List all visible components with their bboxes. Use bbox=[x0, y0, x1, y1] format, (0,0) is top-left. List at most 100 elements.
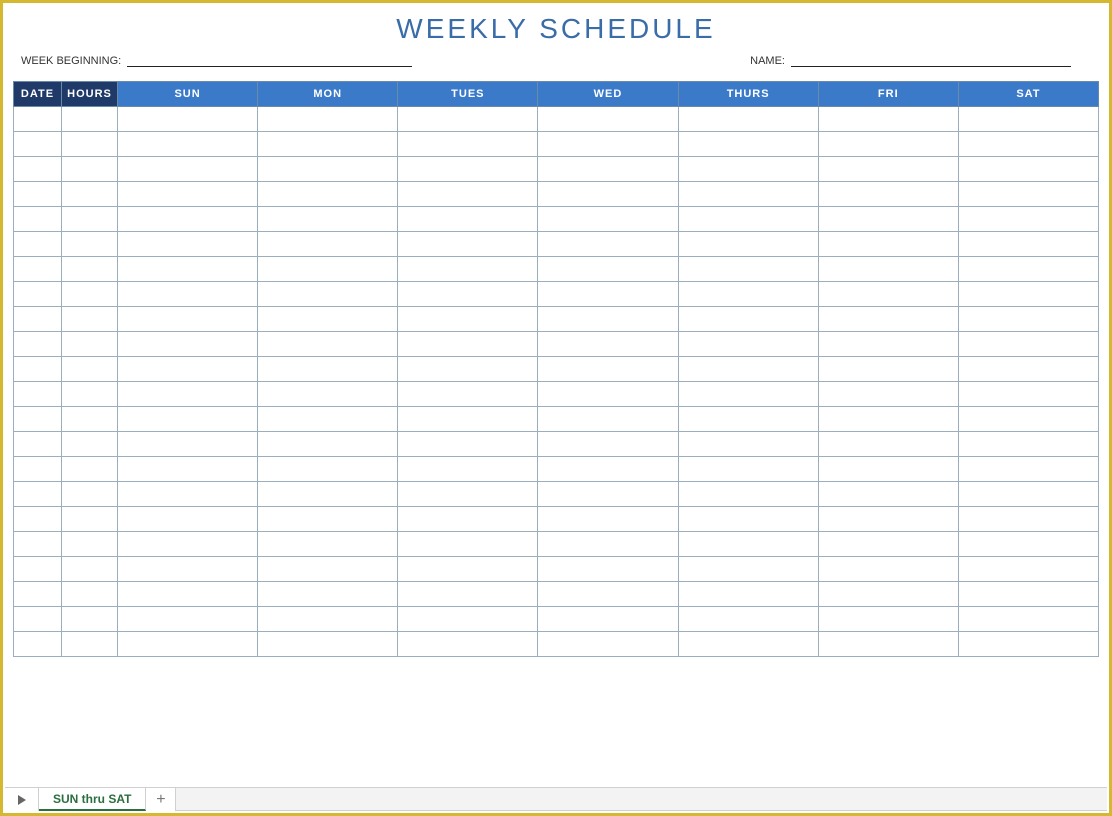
table-cell[interactable] bbox=[538, 482, 678, 507]
table-cell[interactable] bbox=[14, 107, 62, 132]
table-cell[interactable] bbox=[258, 382, 398, 407]
table-cell[interactable] bbox=[14, 182, 62, 207]
table-cell[interactable] bbox=[818, 582, 958, 607]
table-cell[interactable] bbox=[678, 357, 818, 382]
table-cell[interactable] bbox=[678, 207, 818, 232]
table-cell[interactable] bbox=[258, 157, 398, 182]
table-cell[interactable] bbox=[538, 557, 678, 582]
table-cell[interactable] bbox=[958, 632, 1098, 657]
table-cell[interactable] bbox=[14, 582, 62, 607]
table-cell[interactable] bbox=[678, 632, 818, 657]
table-cell[interactable] bbox=[958, 257, 1098, 282]
table-cell[interactable] bbox=[258, 607, 398, 632]
table-cell[interactable] bbox=[258, 582, 398, 607]
table-cell[interactable] bbox=[958, 107, 1098, 132]
table-cell[interactable] bbox=[118, 507, 258, 532]
table-cell[interactable] bbox=[118, 482, 258, 507]
table-cell[interactable] bbox=[398, 507, 538, 532]
table-cell[interactable] bbox=[538, 382, 678, 407]
table-cell[interactable] bbox=[258, 557, 398, 582]
table-cell[interactable] bbox=[62, 307, 118, 332]
table-cell[interactable] bbox=[678, 157, 818, 182]
table-cell[interactable] bbox=[258, 407, 398, 432]
table-cell[interactable] bbox=[678, 332, 818, 357]
table-cell[interactable] bbox=[62, 382, 118, 407]
week-beginning-input[interactable] bbox=[127, 53, 412, 67]
table-cell[interactable] bbox=[678, 532, 818, 557]
tab-add-button[interactable]: + bbox=[146, 788, 176, 811]
table-cell[interactable] bbox=[818, 482, 958, 507]
table-cell[interactable] bbox=[118, 307, 258, 332]
table-cell[interactable] bbox=[14, 432, 62, 457]
table-cell[interactable] bbox=[398, 332, 538, 357]
table-cell[interactable] bbox=[678, 282, 818, 307]
table-cell[interactable] bbox=[818, 232, 958, 257]
table-cell[interactable] bbox=[538, 182, 678, 207]
table-cell[interactable] bbox=[118, 332, 258, 357]
table-cell[interactable] bbox=[678, 307, 818, 332]
table-cell[interactable] bbox=[118, 357, 258, 382]
table-cell[interactable] bbox=[258, 507, 398, 532]
table-cell[interactable] bbox=[258, 457, 398, 482]
table-cell[interactable] bbox=[398, 407, 538, 432]
table-cell[interactable] bbox=[14, 307, 62, 332]
table-cell[interactable] bbox=[398, 132, 538, 157]
table-cell[interactable] bbox=[958, 382, 1098, 407]
table-cell[interactable] bbox=[538, 432, 678, 457]
table-cell[interactable] bbox=[678, 482, 818, 507]
table-cell[interactable] bbox=[14, 632, 62, 657]
table-cell[interactable] bbox=[538, 632, 678, 657]
table-cell[interactable] bbox=[538, 307, 678, 332]
table-cell[interactable] bbox=[118, 557, 258, 582]
table-cell[interactable] bbox=[258, 182, 398, 207]
table-cell[interactable] bbox=[258, 332, 398, 357]
table-cell[interactable] bbox=[678, 232, 818, 257]
table-cell[interactable] bbox=[538, 532, 678, 557]
table-cell[interactable] bbox=[958, 432, 1098, 457]
table-cell[interactable] bbox=[958, 207, 1098, 232]
table-cell[interactable] bbox=[62, 332, 118, 357]
table-cell[interactable] bbox=[62, 532, 118, 557]
table-cell[interactable] bbox=[14, 282, 62, 307]
table-cell[interactable] bbox=[14, 157, 62, 182]
table-cell[interactable] bbox=[678, 182, 818, 207]
table-cell[interactable] bbox=[958, 132, 1098, 157]
table-cell[interactable] bbox=[958, 332, 1098, 357]
table-cell[interactable] bbox=[62, 482, 118, 507]
table-cell[interactable] bbox=[398, 582, 538, 607]
table-cell[interactable] bbox=[14, 507, 62, 532]
table-cell[interactable] bbox=[118, 182, 258, 207]
table-cell[interactable] bbox=[62, 457, 118, 482]
table-cell[interactable] bbox=[62, 157, 118, 182]
table-cell[interactable] bbox=[538, 132, 678, 157]
table-cell[interactable] bbox=[958, 182, 1098, 207]
table-cell[interactable] bbox=[398, 557, 538, 582]
table-cell[interactable] bbox=[398, 357, 538, 382]
table-cell[interactable] bbox=[818, 507, 958, 532]
table-cell[interactable] bbox=[14, 532, 62, 557]
table-cell[interactable] bbox=[14, 607, 62, 632]
table-cell[interactable] bbox=[538, 107, 678, 132]
table-cell[interactable] bbox=[818, 257, 958, 282]
table-cell[interactable] bbox=[62, 607, 118, 632]
table-cell[interactable] bbox=[398, 157, 538, 182]
table-cell[interactable] bbox=[958, 557, 1098, 582]
table-cell[interactable] bbox=[958, 582, 1098, 607]
table-cell[interactable] bbox=[14, 257, 62, 282]
table-cell[interactable] bbox=[258, 107, 398, 132]
table-cell[interactable] bbox=[14, 207, 62, 232]
table-cell[interactable] bbox=[118, 632, 258, 657]
table-cell[interactable] bbox=[678, 132, 818, 157]
table-cell[interactable] bbox=[398, 207, 538, 232]
table-cell[interactable] bbox=[14, 407, 62, 432]
table-cell[interactable] bbox=[398, 532, 538, 557]
table-cell[interactable] bbox=[678, 257, 818, 282]
table-cell[interactable] bbox=[958, 407, 1098, 432]
table-cell[interactable] bbox=[818, 632, 958, 657]
table-cell[interactable] bbox=[62, 507, 118, 532]
table-cell[interactable] bbox=[678, 432, 818, 457]
table-cell[interactable] bbox=[958, 157, 1098, 182]
table-cell[interactable] bbox=[398, 182, 538, 207]
table-cell[interactable] bbox=[538, 457, 678, 482]
table-cell[interactable] bbox=[538, 282, 678, 307]
